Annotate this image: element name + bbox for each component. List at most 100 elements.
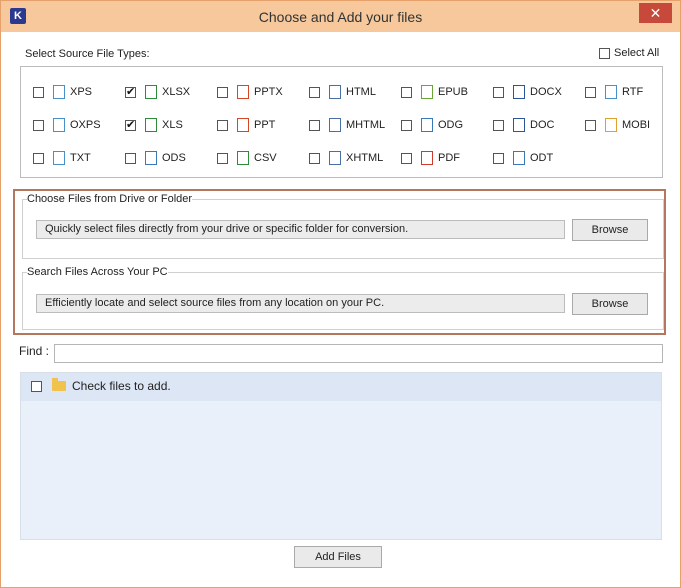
file-type-txt[interactable]: TXT — [33, 151, 91, 165]
xlsx-icon — [145, 85, 157, 99]
ods-checkbox[interactable] — [125, 152, 136, 164]
file-type-label: PDF — [438, 152, 460, 164]
check-all-files-checkbox[interactable] — [31, 381, 42, 392]
rtf-checkbox[interactable] — [585, 86, 596, 98]
drive-group-title: Choose Files from Drive or Folder — [27, 193, 193, 205]
file-type-xlsx[interactable]: XLSX — [125, 85, 190, 99]
file-type-label: DOC — [530, 119, 555, 131]
ods-icon — [145, 151, 157, 165]
select-all-box[interactable] — [599, 47, 610, 59]
ppt-icon — [237, 118, 249, 132]
file-type-label: EPUB — [438, 86, 468, 98]
file-type-label: ODS — [162, 152, 186, 164]
select-all-label: Select All — [614, 47, 660, 59]
file-type-label: XPS — [70, 86, 93, 98]
close-button[interactable]: ✕ — [639, 3, 672, 23]
file-type-ods[interactable]: ODS — [125, 151, 186, 165]
xlsx-checkbox[interactable] — [125, 85, 136, 98]
file-type-oxps[interactable]: OXPS — [33, 118, 101, 132]
check-files-text: Check files to add. — [72, 379, 171, 393]
doc-icon — [513, 118, 525, 132]
xhtml-icon — [329, 151, 341, 165]
browse-search-button[interactable]: Browse — [572, 293, 648, 315]
csv-checkbox[interactable] — [217, 152, 228, 164]
file-type-epub[interactable]: EPUB — [401, 85, 468, 99]
file-type-label: PPTX — [254, 86, 283, 98]
search-info-text: Efficiently locate and select source fil… — [36, 294, 565, 313]
file-type-xps[interactable]: XPS — [33, 85, 92, 99]
xps-checkbox[interactable] — [33, 86, 44, 98]
epub-checkbox[interactable] — [401, 86, 412, 98]
file-type-label: XLS — [162, 119, 183, 131]
find-label: Find : — [19, 344, 50, 358]
file-type-label: XLSX — [162, 86, 191, 98]
txt-icon — [53, 151, 65, 165]
xls-checkbox[interactable] — [125, 118, 136, 131]
folder-icon — [52, 378, 66, 391]
file-type-label: ODG — [438, 119, 464, 131]
docx-icon — [513, 85, 525, 99]
odg-checkbox[interactable] — [401, 119, 412, 131]
txt-checkbox[interactable] — [33, 152, 44, 164]
file-type-label: ODT — [530, 152, 554, 164]
file-list-area[interactable]: Check files to add. — [20, 372, 662, 540]
ppt-checkbox[interactable] — [217, 119, 228, 131]
file-types-panel: XPS XLSX PPTX HTML EPUB DOCX RTF OXPS XLS PPT MHTM… — [20, 66, 663, 178]
file-type-doc[interactable]: DOC — [493, 118, 554, 132]
select-all-checkbox[interactable]: Select All — [599, 47, 659, 59]
file-type-label: OXPS — [70, 119, 101, 131]
add-files-button[interactable]: Add Files — [294, 546, 382, 568]
file-type-xls[interactable]: XLS — [125, 118, 183, 132]
doc-checkbox[interactable] — [493, 119, 504, 131]
file-type-csv[interactable]: CSV — [217, 151, 277, 165]
oxps-checkbox[interactable] — [33, 119, 44, 131]
file-type-html[interactable]: HTML — [309, 85, 376, 99]
oxps-icon — [53, 118, 65, 132]
epub-icon — [421, 85, 433, 99]
xps-icon — [53, 85, 65, 99]
search-group-title: Search Files Across Your PC — [27, 266, 168, 278]
file-type-pdf[interactable]: PDF — [401, 151, 460, 165]
file-type-label: MOBI — [622, 119, 651, 131]
file-type-label: HTML — [346, 86, 376, 98]
odt-icon — [513, 151, 525, 165]
docx-checkbox[interactable] — [493, 86, 504, 98]
rtf-icon — [605, 85, 617, 99]
file-list-row[interactable]: Check files to add. — [21, 373, 661, 401]
file-type-label: RTF — [622, 86, 644, 98]
pdf-checkbox[interactable] — [401, 152, 412, 164]
find-input[interactable] — [54, 344, 663, 363]
file-type-mhtml[interactable]: MHTML — [309, 118, 385, 132]
file-type-odg[interactable]: ODG — [401, 118, 463, 132]
xhtml-checkbox[interactable] — [309, 152, 320, 164]
source-types-label: Select Source File Types: — [25, 48, 150, 60]
browse-drive-button[interactable]: Browse — [572, 219, 648, 241]
dialog-window: K Choose and Add your files ✕ Select Sou… — [0, 0, 681, 588]
xls-icon — [145, 118, 157, 132]
title-bar: K Choose and Add your files ✕ — [1, 1, 680, 32]
file-type-odt[interactable]: ODT — [493, 151, 553, 165]
mhtml-icon — [329, 118, 341, 132]
html-icon — [329, 85, 341, 99]
file-type-xhtml[interactable]: XHTML — [309, 151, 383, 165]
drive-info-text: Quickly select files directly from your … — [36, 220, 565, 239]
file-type-rtf[interactable]: RTF — [585, 85, 643, 99]
file-type-label: TXT — [70, 152, 91, 164]
odg-icon — [421, 118, 433, 132]
pptx-checkbox[interactable] — [217, 86, 228, 98]
html-checkbox[interactable] — [309, 86, 320, 98]
pdf-icon — [421, 151, 433, 165]
pptx-icon — [237, 85, 249, 99]
file-type-label: XHTML — [346, 152, 384, 164]
mobi-checkbox[interactable] — [585, 119, 596, 131]
csv-icon — [237, 151, 249, 165]
file-type-pptx[interactable]: PPTX — [217, 85, 283, 99]
file-type-ppt[interactable]: PPT — [217, 118, 275, 132]
mobi-icon — [605, 118, 617, 132]
file-type-label: MHTML — [346, 119, 386, 131]
file-type-label: DOCX — [530, 86, 562, 98]
file-type-mobi[interactable]: MOBI — [585, 118, 650, 132]
odt-checkbox[interactable] — [493, 152, 504, 164]
file-type-docx[interactable]: DOCX — [493, 85, 562, 99]
mhtml-checkbox[interactable] — [309, 119, 320, 131]
